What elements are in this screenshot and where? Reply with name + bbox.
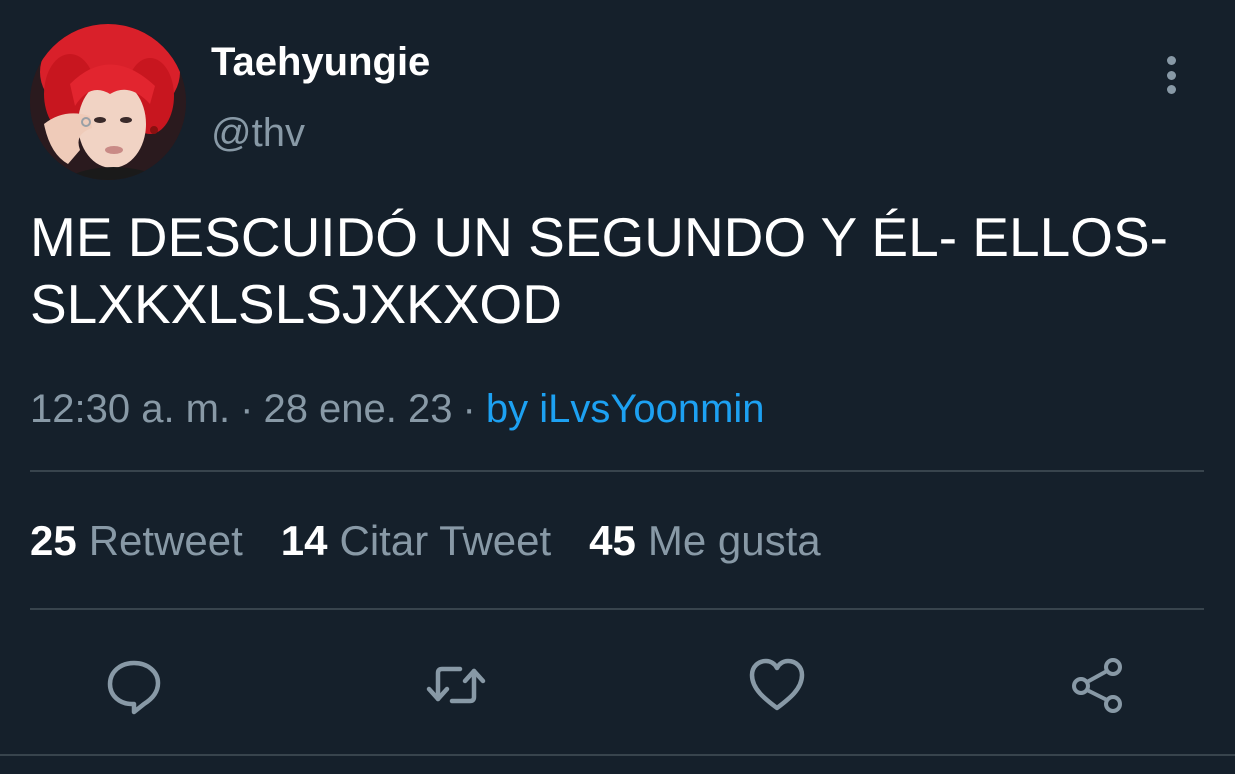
retweet-icon xyxy=(426,666,486,704)
heart-icon xyxy=(749,658,805,711)
tweet-time[interactable]: 12:30 a. m. xyxy=(30,387,230,431)
reply-button[interactable] xyxy=(104,655,164,715)
tweet-date[interactable]: 28 ene. 23 xyxy=(263,387,452,431)
quote-count[interactable]: 14 Citar Tweet xyxy=(281,517,551,565)
tweet-stats: 25 Retweet 14 Citar Tweet 45 Me gusta xyxy=(30,517,859,565)
more-vertical-icon-dot xyxy=(1166,70,1176,80)
quote-count-number: 14 xyxy=(280,517,328,564)
tweet-meta: 12:30 a. m. · 28 ene. 23 · by iLvsYoonmin xyxy=(30,387,765,432)
user-handle[interactable]: @thv xyxy=(211,111,305,156)
meta-separator: · xyxy=(240,387,254,431)
retweet-button[interactable] xyxy=(426,655,486,715)
retweet-count[interactable]: 25 Retweet xyxy=(30,517,243,565)
divider xyxy=(30,470,1204,472)
share-icon xyxy=(1072,658,1122,713)
more-vertical-icon-dot xyxy=(1166,85,1176,94)
divider xyxy=(30,608,1204,610)
more-vertical-icon xyxy=(1166,56,1176,65)
divider xyxy=(0,754,1235,756)
more-options-button[interactable] xyxy=(1150,50,1192,100)
reply-icon xyxy=(107,660,161,715)
meta-separator: · xyxy=(462,387,476,431)
avatar-image xyxy=(30,24,186,180)
display-name[interactable]: Taehyungie xyxy=(211,40,430,85)
like-count[interactable]: 45 Me gusta xyxy=(589,517,820,565)
like-count-number: 45 xyxy=(589,517,636,564)
like-button[interactable] xyxy=(747,655,807,715)
like-count-label: Me gusta xyxy=(647,517,821,564)
retweet-count-label: Retweet xyxy=(88,517,243,564)
quote-count-label: Citar Tweet xyxy=(339,517,552,564)
retweet-count-number: 25 xyxy=(30,517,77,564)
tweet-source-link[interactable]: by iLvsYoonmin xyxy=(486,387,765,431)
tweet-text: ME DESCUIDÓ UN SEGUNDO Y ÉL- ELLOS- SLXK… xyxy=(30,206,1168,335)
avatar[interactable] xyxy=(30,24,186,180)
share-button[interactable] xyxy=(1068,655,1128,715)
